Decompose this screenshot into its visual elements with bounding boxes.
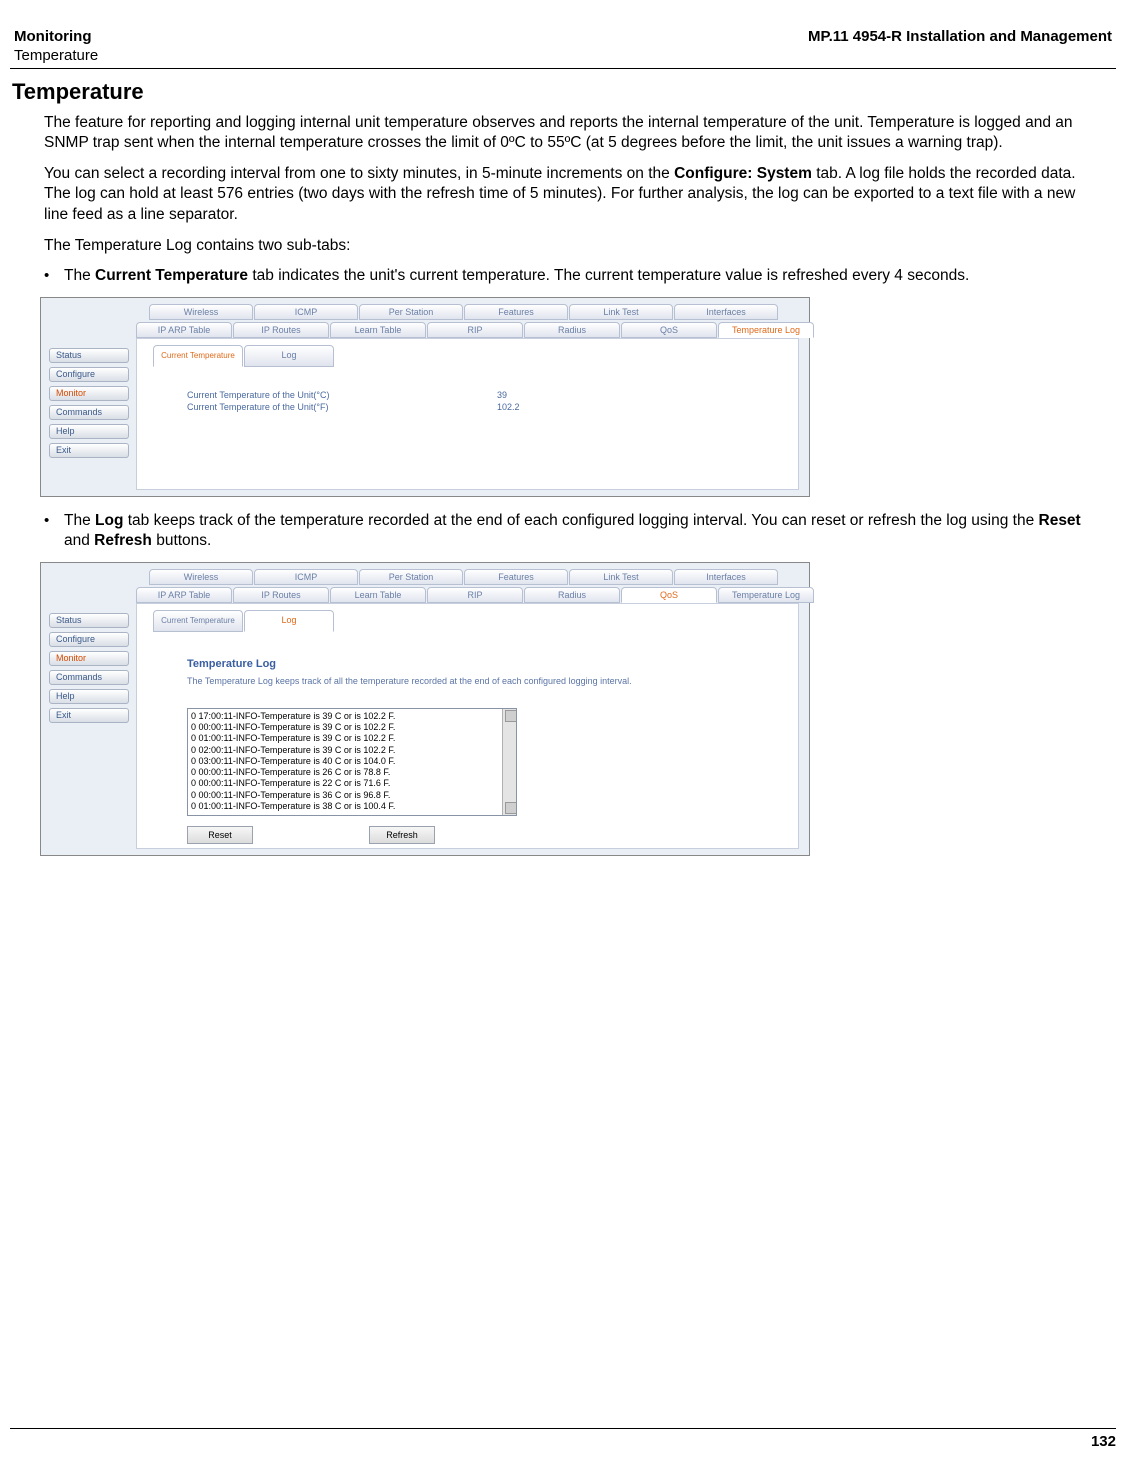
tab-temperature-log[interactable]: Temperature Log <box>718 587 814 603</box>
log-entry: 0 00:00:11-INFO-Temperature is 36 C or i… <box>191 790 498 801</box>
sidebar-status[interactable]: Status <box>49 613 129 628</box>
tab-qos[interactable]: QoS <box>621 322 717 338</box>
content-panel: Current Temperature Log Current Temperat… <box>136 338 799 490</box>
label-temp-c: Current Temperature of the Unit(°C) <box>187 389 330 402</box>
tab-wireless[interactable]: Wireless <box>149 569 253 585</box>
sub-tab-row: Current Temperature Log <box>153 345 335 367</box>
tab-rip[interactable]: RIP <box>427 322 523 338</box>
sidebar-status[interactable]: Status <box>49 348 129 363</box>
sub-tab-row: Current Temperature Log <box>153 610 335 632</box>
tab-learn-table[interactable]: Learn Table <box>330 322 426 338</box>
paragraph-2: You can select a recording interval from… <box>44 164 1096 226</box>
refresh-button[interactable]: Refresh <box>369 826 435 844</box>
tab-wireless[interactable]: Wireless <box>149 304 253 320</box>
tab-features[interactable]: Features <box>464 569 568 585</box>
sidebar-nav: Status Configure Monitor Commands Help E… <box>49 613 129 723</box>
page-footer: 132 <box>10 1428 1116 1450</box>
tab-qos[interactable]: QoS <box>621 587 717 603</box>
tab-row-top: Wireless ICMP Per Station Features Link … <box>149 569 779 585</box>
sub-tab-current[interactable]: Current Temperature <box>153 610 243 632</box>
sidebar-help[interactable]: Help <box>49 689 129 704</box>
screenshot-temperature-log: Wireless ICMP Per Station Features Link … <box>40 562 810 856</box>
bullet-log: The Log tab keeps track of the temperatu… <box>40 511 1096 552</box>
label-temp-f: Current Temperature of the Unit(°F) <box>187 401 330 414</box>
sidebar-configure[interactable]: Configure <box>49 632 129 647</box>
tab-link-test[interactable]: Link Test <box>569 304 673 320</box>
tab-interfaces[interactable]: Interfaces <box>674 569 778 585</box>
tab-per-station[interactable]: Per Station <box>359 569 463 585</box>
tab-ip-routes[interactable]: IP Routes <box>233 322 329 338</box>
sidebar-exit[interactable]: Exit <box>49 443 129 458</box>
sidebar-monitor[interactable]: Monitor <box>49 386 129 401</box>
bullet-current-temp: The Current Temperature tab indicates th… <box>40 266 1096 287</box>
screenshot-current-temperature: Wireless ICMP Per Station Features Link … <box>40 297 810 497</box>
bullet-list-1: The Current Temperature tab indicates th… <box>40 266 1096 287</box>
tab-radius[interactable]: Radius <box>524 322 620 338</box>
log-description: The Temperature Log keeps track of all t… <box>187 676 728 688</box>
log-entry: 0 17:00:11-INFO-Temperature is 39 C or i… <box>191 711 498 722</box>
scrollbar[interactable] <box>502 709 516 815</box>
tab-ip-routes[interactable]: IP Routes <box>233 587 329 603</box>
tab-ip-arp[interactable]: IP ARP Table <box>136 322 232 338</box>
log-listbox[interactable]: 0 17:00:11-INFO-Temperature is 39 C or i… <box>187 708 517 816</box>
tab-radius[interactable]: Radius <box>524 587 620 603</box>
paragraph-1: The feature for reporting and logging in… <box>44 113 1096 154</box>
sidebar-configure[interactable]: Configure <box>49 367 129 382</box>
value-temp-f: 102.2 <box>497 401 520 414</box>
tab-link-test[interactable]: Link Test <box>569 569 673 585</box>
log-entry: 0 01:00:11-INFO-Temperature is 38 C or i… <box>191 801 498 812</box>
value-temp-c: 39 <box>497 389 520 402</box>
section-title: Temperature <box>12 79 1116 105</box>
log-entry: 0 03:00:11-INFO-Temperature is 40 C or i… <box>191 756 498 767</box>
page-number: 132 <box>1091 1433 1116 1450</box>
tab-icmp[interactable]: ICMP <box>254 569 358 585</box>
sidebar-monitor[interactable]: Monitor <box>49 651 129 666</box>
paragraph-3: The Temperature Log contains two sub-tab… <box>44 236 1096 257</box>
log-entry: 0 00:00:11-INFO-Temperature is 26 C or i… <box>191 767 498 778</box>
log-entry: 0 02:00:11-INFO-Temperature is 39 C or i… <box>191 745 498 756</box>
sidebar-nav: Status Configure Monitor Commands Help E… <box>49 348 129 458</box>
log-title: Temperature Log <box>187 658 276 670</box>
reset-button[interactable]: Reset <box>187 826 253 844</box>
sub-tab-current[interactable]: Current Temperature <box>153 345 243 367</box>
log-entry: 0 00:00:11-INFO-Temperature is 39 C or i… <box>191 722 498 733</box>
header-left: Monitoring Temperature <box>14 28 98 66</box>
tab-rip[interactable]: RIP <box>427 587 523 603</box>
temp-labels: Current Temperature of the Unit(°C) Curr… <box>187 389 330 414</box>
log-entry: 0 01:00:11-INFO-Temperature is 39 C or i… <box>191 733 498 744</box>
log-entry: 0 00:00:11-INFO-Temperature is 22 C or i… <box>191 778 498 789</box>
header-doc-title: MP.11 4954-R Installation and Management <box>808 28 1112 45</box>
tab-per-station[interactable]: Per Station <box>359 304 463 320</box>
header-section: Monitoring <box>14 28 98 47</box>
tab-row-top: Wireless ICMP Per Station Features Link … <box>149 304 779 320</box>
page-header: Monitoring Temperature MP.11 4954-R Inst… <box>10 28 1116 69</box>
tab-learn-table[interactable]: Learn Table <box>330 587 426 603</box>
sidebar-help[interactable]: Help <box>49 424 129 439</box>
tab-icmp[interactable]: ICMP <box>254 304 358 320</box>
sub-tab-log[interactable]: Log <box>244 610 334 632</box>
tab-row-bottom: IP ARP Table IP Routes Learn Table RIP R… <box>136 322 815 338</box>
tab-interfaces[interactable]: Interfaces <box>674 304 778 320</box>
temp-values: 39 102.2 <box>497 389 520 414</box>
tab-temperature-log[interactable]: Temperature Log <box>718 322 814 338</box>
configure-system-ref: Configure: System <box>674 165 812 182</box>
content-panel: Current Temperature Log Temperature Log … <box>136 603 799 849</box>
tab-ip-arp[interactable]: IP ARP Table <box>136 587 232 603</box>
bullet-list-2: The Log tab keeps track of the temperatu… <box>40 511 1096 552</box>
tab-features[interactable]: Features <box>464 304 568 320</box>
sidebar-exit[interactable]: Exit <box>49 708 129 723</box>
sidebar-commands[interactable]: Commands <box>49 670 129 685</box>
tab-row-bottom: IP ARP Table IP Routes Learn Table RIP R… <box>136 587 815 603</box>
header-subsection: Temperature <box>14 47 98 66</box>
sidebar-commands[interactable]: Commands <box>49 405 129 420</box>
body-text: The feature for reporting and logging in… <box>44 113 1096 257</box>
sub-tab-log[interactable]: Log <box>244 345 334 367</box>
